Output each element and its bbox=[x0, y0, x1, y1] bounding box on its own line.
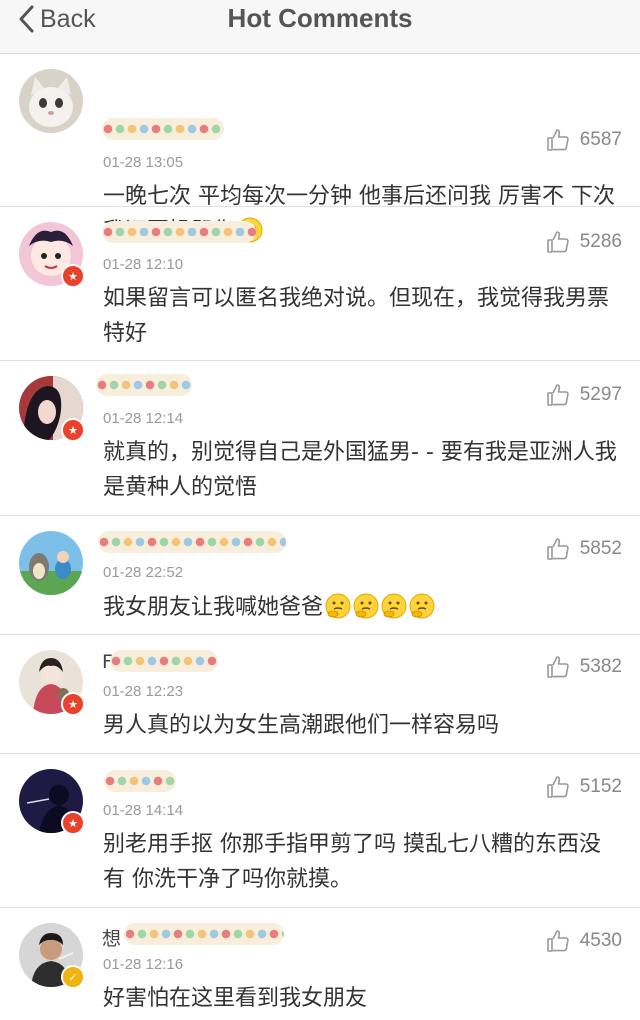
thumbs-up-icon bbox=[546, 656, 569, 678]
page-title: Hot Comments bbox=[227, 3, 413, 33]
avatar[interactable]: ★ bbox=[19, 650, 85, 716]
like-button[interactable]: 5286 bbox=[546, 230, 622, 254]
avatar[interactable] bbox=[19, 531, 83, 595]
comment-time: 01-28 12:10 bbox=[103, 256, 184, 273]
comment-time: 01-28 12:16 bbox=[103, 956, 184, 973]
verified-badge-icon: ★ bbox=[61, 692, 85, 716]
verified-badge-icon: ✓ bbox=[61, 965, 85, 989]
avatar[interactable]: ★ bbox=[19, 222, 85, 288]
avatar[interactable]: ✓ bbox=[19, 923, 85, 989]
comment-item: 5852 01-28 22:52 我女朋友让我喊她爸爸 bbox=[0, 516, 640, 635]
comment-text: 男人真的以为女生高潮跟他们一样容易吗 bbox=[103, 713, 500, 738]
like-count: 5852 bbox=[579, 538, 622, 559]
comment-time: 01-28 14:14 bbox=[103, 802, 184, 819]
verified-badge-icon: ★ bbox=[61, 811, 85, 835]
thumbs-up-icon bbox=[546, 231, 569, 253]
verified-badge-icon: ★ bbox=[61, 418, 85, 442]
avatar[interactable]: ★ bbox=[19, 376, 85, 442]
comment-item: ★ 5152 01-28 14:14 别老用手抠 你那手指甲剪了吗 摸乱七八糟的… bbox=[0, 754, 640, 908]
comment-text: 好害怕在这里看到我女朋友 bbox=[103, 986, 368, 1011]
comment-text: 如果留言可以匿名我绝对说。但现在，我觉得我男票特好 bbox=[103, 286, 610, 346]
username-redacted[interactable] bbox=[110, 650, 218, 672]
comment-time: 01-28 13:05 bbox=[103, 154, 184, 171]
like-count: 6587 bbox=[579, 129, 622, 150]
thinking-emoji-icon bbox=[353, 593, 379, 619]
thinking-emoji-icon bbox=[325, 593, 351, 619]
username-redacted[interactable] bbox=[124, 923, 284, 945]
verified-badge-icon: ★ bbox=[61, 264, 85, 288]
avatar[interactable] bbox=[19, 69, 83, 133]
username-initial: 想 bbox=[102, 928, 122, 950]
like-count: 4530 bbox=[579, 930, 622, 951]
avatar[interactable]: ★ bbox=[19, 769, 85, 835]
thinking-emoji-icon bbox=[381, 593, 407, 619]
comment-text: 我女朋友让我喊她爸爸 bbox=[103, 590, 622, 625]
thumbs-up-icon bbox=[546, 930, 569, 952]
like-count: 5382 bbox=[579, 656, 622, 677]
thumbs-up-icon bbox=[546, 129, 569, 151]
like-button[interactable]: 5852 bbox=[546, 537, 622, 561]
comment-item: ✓ 想 4530 01-28 12:16 好害怕在这里看到我女朋友 bbox=[0, 908, 640, 1020]
username-redacted[interactable] bbox=[102, 118, 224, 140]
comment-time: 01-28 22:52 bbox=[103, 564, 184, 581]
like-count: 5297 bbox=[579, 384, 622, 405]
thumbs-up-icon bbox=[546, 538, 569, 560]
username-redacted[interactable] bbox=[102, 221, 256, 243]
comment-time: 01-28 12:23 bbox=[103, 683, 184, 700]
like-button[interactable]: 5297 bbox=[546, 383, 622, 407]
like-button[interactable]: 5152 bbox=[546, 775, 622, 799]
thumbs-up-icon bbox=[546, 776, 569, 798]
like-button[interactable]: 5382 bbox=[546, 655, 622, 679]
username-redacted[interactable] bbox=[104, 770, 176, 792]
nav-header: Back Hot Comments bbox=[0, 0, 640, 54]
like-button[interactable]: 4530 bbox=[546, 929, 622, 953]
comment-text: 就真的，别觉得自己是外国猛男- - 要有我是亚洲人我是黄种人的觉悟 bbox=[103, 440, 617, 500]
comment-item: ★ F 5382 01-28 12:23 男人真的以为女生高潮跟他们一样容易吗 bbox=[0, 635, 640, 754]
username-redacted[interactable] bbox=[96, 374, 192, 396]
comment-time: 01-28 12:14 bbox=[103, 410, 184, 427]
thumbs-up-icon bbox=[546, 384, 569, 406]
thinking-emoji-icon bbox=[409, 593, 435, 619]
comment-item: 6587 01-28 13:05 一晚七次 平均每次一分钟 他事后还问我 厉害不… bbox=[0, 54, 640, 244]
like-count: 5152 bbox=[579, 776, 622, 797]
comment-item: ★ 5297 01-28 12:14 就真的，别觉得自己是外国猛男- - 要有我… bbox=[0, 361, 640, 516]
comment-text: 别老用手抠 你那手指甲剪了吗 摸乱七八糟的东西没有 你洗干净了吗你就摸。 bbox=[103, 832, 601, 892]
like-button[interactable]: 6587 bbox=[546, 128, 622, 152]
like-count: 5286 bbox=[579, 231, 622, 252]
comment-item: ★ 5286 01-28 12:10 如果留言可以匿名我绝对说。但现在，我觉得我… bbox=[0, 207, 640, 361]
username-redacted[interactable] bbox=[98, 531, 286, 553]
